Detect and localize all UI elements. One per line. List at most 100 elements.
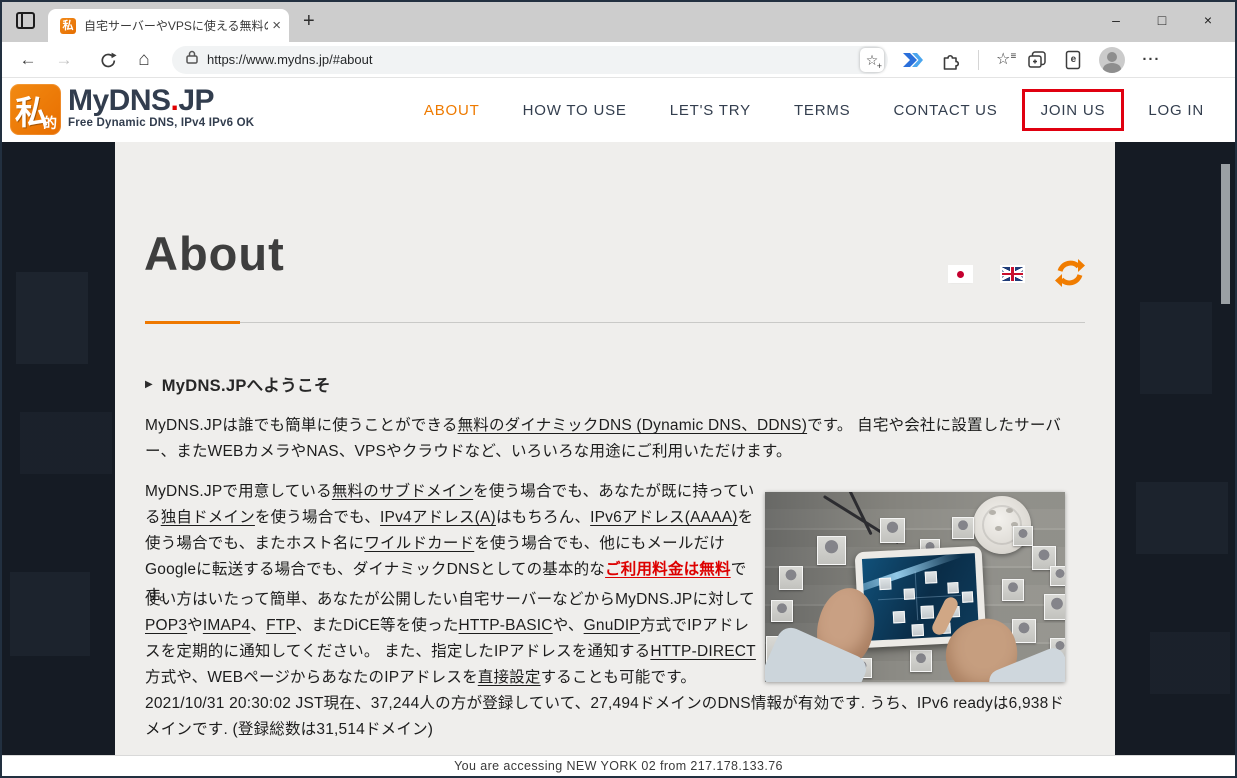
- text-run: 方式や、WEBページからあなたのIPアドレスを: [145, 669, 478, 686]
- ie-mode-icon[interactable]: e: [1064, 50, 1082, 70]
- refresh-icon[interactable]: [90, 50, 126, 70]
- window-controls: – □ ×: [1093, 2, 1231, 40]
- nav-label: LET'S TRY: [670, 102, 751, 119]
- collections-icon[interactable]: [1027, 50, 1047, 70]
- screen-portrait-thumbnail: [947, 582, 959, 594]
- toolbar-extensions: ☆ ≡ e ···: [902, 47, 1160, 73]
- screen-portrait-thumbnail: [962, 591, 974, 603]
- portrait-thumbnail: [1013, 526, 1033, 546]
- inline-link[interactable]: 直接設定: [478, 669, 541, 686]
- inline-link[interactable]: 独自ドメイン: [161, 509, 255, 526]
- new-tab-icon[interactable]: +: [303, 10, 315, 33]
- inline-link[interactable]: 無料のダイナミックDNS (Dynamic DNS、DDNS): [458, 417, 808, 434]
- inline-link[interactable]: IPv6アドレス(AAAA): [590, 509, 738, 526]
- scrollbar-thumb[interactable]: [1221, 164, 1230, 304]
- site-header: 私 的 MyDNS.JP Free Dynamic DNS, IPv4 IPv6…: [2, 78, 1235, 142]
- nav-terms[interactable]: TERMS: [794, 102, 851, 119]
- back-icon[interactable]: ←: [10, 50, 46, 70]
- nav-label: LOG IN: [1148, 102, 1204, 119]
- portrait-thumbnail: [952, 517, 974, 539]
- nav-contact-us[interactable]: CONTACT US: [893, 102, 997, 119]
- text-run: 、: [250, 617, 266, 634]
- server-status-bar: You are accessing NEW YORK 02 from 217.1…: [2, 755, 1235, 776]
- section-divider: [145, 322, 1085, 323]
- extensions-puzzle-icon[interactable]: [941, 50, 961, 70]
- screen-portrait-thumbnail: [911, 624, 924, 637]
- text-run: 、またDiCE等を使った: [296, 617, 459, 634]
- forward-icon[interactable]: →: [46, 50, 82, 70]
- portrait-thumbnail: [771, 600, 793, 622]
- portrait-thumbnail: [1012, 619, 1036, 643]
- address-bar[interactable]: https://www.mydns.jp/#about ☆ +: [172, 46, 888, 74]
- logo-tagline: Free Dynamic DNS, IPv4 IPv6 OK: [68, 117, 254, 129]
- nav-label: ABOUT: [424, 102, 480, 119]
- logo-text: MyDNS.JP Free Dynamic DNS, IPv4 IPv6 OK: [68, 84, 254, 135]
- uk-flag-icon[interactable]: [1002, 267, 1023, 281]
- inline-link[interactable]: IPv4アドレス(A): [380, 509, 496, 526]
- portrait-thumbnail: [1050, 566, 1065, 586]
- section-divider-accent: [145, 321, 240, 324]
- browser-tab[interactable]: 私 自宅サーバーやVPSに使える無料のダ ×: [48, 9, 289, 42]
- portrait-thumbnail: [1044, 594, 1065, 620]
- inline-link[interactable]: POP3: [145, 617, 187, 634]
- paragraph-intro: MyDNS.JPは誰でも簡単に使うことができる無料のダイナミックDNS (Dyn…: [145, 413, 1077, 465]
- paragraph-stats: 2021/10/31 20:30:02 JST現在、37,244人の方が登録して…: [145, 691, 1077, 743]
- favorites-icon[interactable]: ☆ ≡: [996, 52, 1010, 68]
- tab-close-icon[interactable]: ×: [272, 18, 281, 33]
- inline-link[interactable]: FTP: [266, 617, 296, 634]
- inline-link[interactable]: HTTP-BASIC: [459, 617, 553, 634]
- nav-how-to-use[interactable]: HOW TO USE: [523, 102, 627, 119]
- inline-link[interactable]: ご利用料金は無料: [605, 561, 731, 578]
- nav-label: JOIN US: [1041, 102, 1106, 119]
- portrait-thumbnail: [880, 518, 905, 543]
- inline-link[interactable]: ワイルドカード: [364, 535, 474, 552]
- close-button[interactable]: ×: [1185, 2, 1231, 40]
- inline-link[interactable]: IMAP4: [203, 617, 251, 634]
- page-viewport: About ▶ MyDNS.JPへようこそ MyDNS.JPは誰でも簡単に使うこ…: [2, 142, 1235, 776]
- nav-join-us[interactable]: JOIN US: [1041, 102, 1106, 119]
- nav-log-in[interactable]: LOG IN: [1148, 102, 1204, 119]
- text-run: や: [187, 617, 203, 634]
- nav-label: CONTACT US: [893, 102, 997, 119]
- screen-portrait-thumbnail: [879, 578, 892, 591]
- home-icon[interactable]: ⌂: [126, 49, 162, 71]
- nav-about[interactable]: ABOUT: [424, 102, 480, 119]
- inline-link[interactable]: HTTP-DIRECT: [650, 643, 756, 660]
- settings-menu-icon[interactable]: ···: [1142, 51, 1160, 68]
- minimize-button[interactable]: –: [1093, 2, 1139, 40]
- site-logo[interactable]: 私 的 MyDNS.JP Free Dynamic DNS, IPv4 IPv6…: [10, 84, 254, 135]
- text-run: MyDNS.JPで用意している: [145, 483, 332, 500]
- section-heading: ▶ MyDNS.JPへようこそ: [145, 372, 331, 396]
- text-run: はもちろん、: [496, 509, 590, 526]
- browser-window: 私 自宅サーバーやVPSに使える無料のダ × + – □ × ← → ⌂ htt…: [0, 0, 1237, 778]
- reload-stats-icon[interactable]: [1055, 258, 1085, 288]
- power-automate-icon[interactable]: [902, 51, 924, 69]
- lock-icon: [186, 50, 198, 69]
- tab-actions-icon[interactable]: [16, 12, 35, 29]
- nav-let-s-try[interactable]: LET'S TRY: [670, 102, 751, 119]
- screen-portrait-thumbnail: [920, 605, 934, 619]
- text-run: することも可能です。: [541, 669, 696, 686]
- maximize-button[interactable]: □: [1139, 2, 1185, 40]
- toolbar-divider: [978, 50, 979, 70]
- favorite-add-icon[interactable]: ☆ +: [860, 48, 884, 72]
- inline-link[interactable]: 無料のサブドメイン: [332, 483, 473, 500]
- inline-link[interactable]: GnuDIP: [584, 617, 640, 634]
- page-title: About: [144, 226, 285, 281]
- nav-label: HOW TO USE: [523, 102, 627, 119]
- nav-label: TERMS: [794, 102, 851, 119]
- text-run: や、: [553, 617, 584, 634]
- url-text[interactable]: https://www.mydns.jp/#about: [207, 52, 860, 67]
- tab-strip: 私 自宅サーバーやVPSに使える無料のダ × + – □ ×: [2, 2, 1235, 42]
- section-marker-icon: ▶: [145, 379, 153, 390]
- content-panel: About ▶ MyDNS.JPへようこそ MyDNS.JPは誰でも簡単に使うこ…: [115, 142, 1115, 755]
- text-run: を使う場合でも、: [255, 509, 380, 526]
- screen-portrait-thumbnail: [893, 611, 906, 624]
- portrait-thumbnail: [910, 650, 932, 672]
- japan-flag-icon[interactable]: [950, 267, 971, 281]
- site-favicon: 私: [60, 18, 76, 34]
- portrait-thumbnail: [1002, 579, 1024, 601]
- text-run: 2021/10/31 20:30:02 JST現在、37,244人の方が登録して…: [145, 695, 1064, 738]
- profile-avatar[interactable]: [1099, 47, 1125, 73]
- logo-mark: 私 的: [10, 84, 61, 135]
